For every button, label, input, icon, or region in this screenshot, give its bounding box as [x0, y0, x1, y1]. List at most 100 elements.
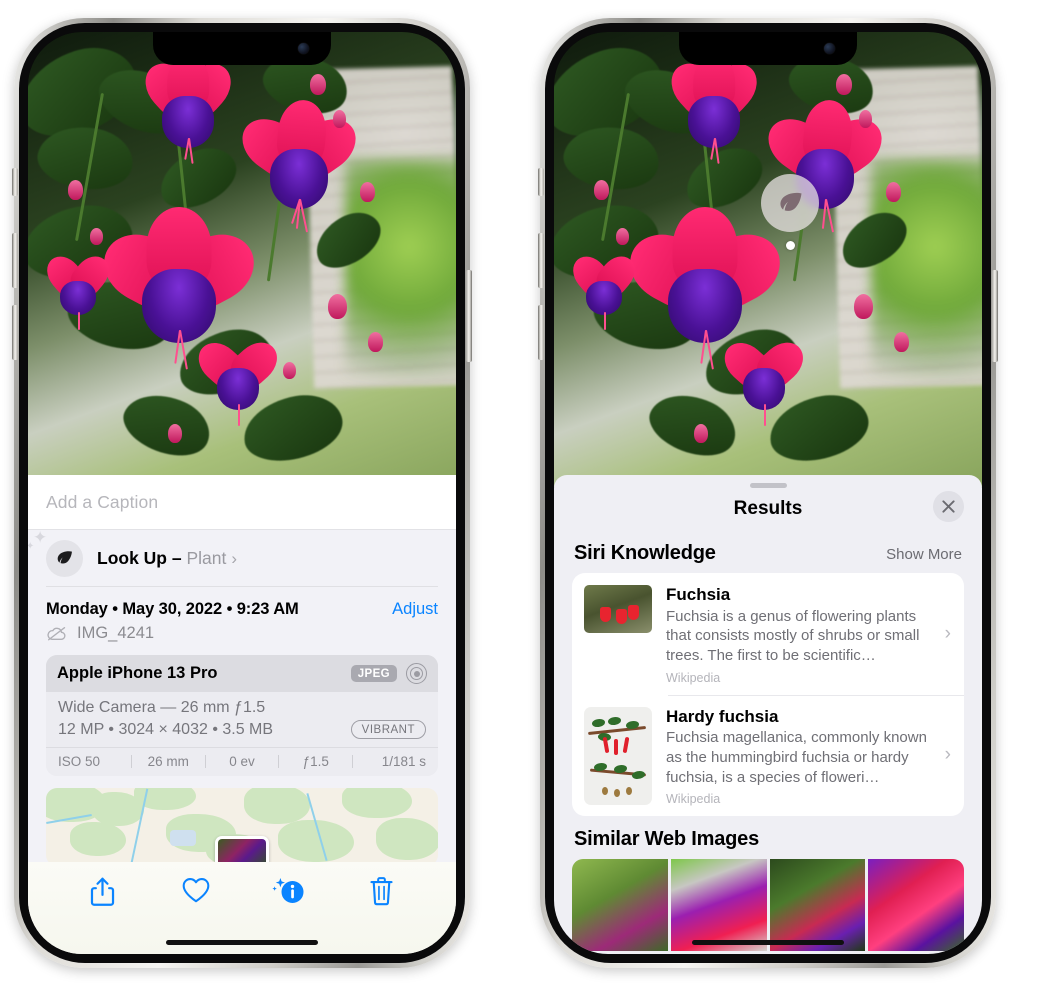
photo-viewer-left[interactable]	[28, 32, 456, 487]
results-title: Results	[733, 498, 803, 519]
info-button[interactable]	[242, 876, 335, 906]
screen-right: Results Siri Knowledge Show More Fuchsia…	[554, 32, 982, 954]
adjust-button[interactable]: Adjust	[392, 600, 438, 619]
list-item[interactable]: Fuchsia Fuchsia is a genus of flowering …	[572, 573, 964, 695]
fuchsia-flower	[232, 98, 366, 233]
fuchsia-flower	[135, 54, 241, 164]
cloud-slash-icon	[47, 627, 66, 641]
look-up-badge-circle[interactable]	[761, 174, 819, 232]
similar-image-thumbnail[interactable]	[868, 859, 964, 952]
siri-knowledge-card: Fuchsia Fuchsia is a genus of flowering …	[572, 573, 964, 817]
result-thumbnail	[584, 706, 652, 805]
visual-look-up-results-sheet: Results Siri Knowledge Show More Fuchsia…	[554, 475, 982, 954]
results-header: Results	[554, 488, 982, 530]
siri-knowledge-header: Siri Knowledge Show More	[554, 530, 982, 573]
fuchsia-flower	[661, 54, 767, 164]
chevron-right-icon[interactable]: ›	[945, 623, 951, 645]
photo-info-sheet: Add a Caption ✦ ✦ Look Up – Plant › Mond…	[28, 475, 456, 954]
similar-image-thumbnail[interactable]	[670, 859, 767, 952]
camera-metadata-card: Apple iPhone 13 Pro JPEG Wide Camera — 2…	[46, 655, 438, 776]
look-up-title: Look Up –	[97, 548, 182, 568]
result-source: Wikipedia	[666, 670, 721, 685]
favorite-button[interactable]	[149, 876, 242, 904]
photo-filename: IMG_4241	[77, 624, 155, 642]
screen-left: Add a Caption ✦ ✦ Look Up – Plant › Mond…	[28, 32, 456, 954]
leaf-icon	[57, 551, 72, 564]
volume-up-button-right[interactable]	[538, 233, 544, 288]
section-title: Similar Web Images	[574, 828, 759, 851]
metadata-body: Wide Camera — 26 mm ƒ1.5 12 MP • 3024 × …	[46, 692, 438, 747]
caption-input[interactable]: Add a Caption	[46, 492, 158, 513]
notch-right	[679, 32, 857, 65]
show-more-button[interactable]: Show More	[886, 546, 962, 563]
fuchsia-flower	[39, 249, 117, 330]
exif-iso: ISO 50	[58, 754, 101, 769]
iphone-left: Add a Caption ✦ ✦ Look Up – Plant › Mond…	[12, 18, 472, 968]
fuchsia-flower	[565, 249, 643, 330]
notch-left	[153, 32, 331, 65]
lens-info: Wide Camera — 26 mm ƒ1.5	[58, 699, 266, 716]
exif-exposure-value: 0 ev	[229, 754, 255, 769]
look-up-badge[interactable]	[761, 174, 819, 250]
exif-row: ISO 50 26 mm 0 ev ƒ1.5 1/181 s	[46, 747, 438, 776]
heart-icon	[182, 878, 209, 903]
format-badge: JPEG	[350, 665, 397, 682]
exif-shutter-speed: 1/181 s	[381, 754, 426, 769]
info-sparkle-icon	[271, 878, 303, 903]
photo-viewer-right[interactable]	[554, 32, 982, 487]
device-model: Apple iPhone 13 Pro	[57, 664, 218, 682]
volume-down-button-left[interactable]	[12, 305, 18, 360]
share-button[interactable]	[56, 876, 149, 907]
volume-down-button-right[interactable]	[538, 305, 544, 360]
row-divider	[46, 586, 438, 587]
front-camera-icon	[824, 43, 835, 54]
photographic-style-badge: VIBRANT	[350, 720, 426, 739]
result-thumbnail	[584, 585, 652, 633]
date-row: Monday • May 30, 2022 • 9:23 AM Adjust	[28, 587, 456, 619]
delete-button[interactable]	[335, 876, 428, 906]
share-icon	[90, 877, 115, 906]
result-description: Fuchsia is a genus of flowering plants t…	[666, 607, 920, 665]
look-up-row[interactable]: ✦ ✦ Look Up – Plant ›	[28, 529, 456, 587]
mute-switch-right[interactable]	[538, 168, 544, 196]
leaf-icon-circle: ✦ ✦	[28, 529, 83, 577]
metadata-header: Apple iPhone 13 Pro JPEG	[46, 655, 438, 692]
result-text: Fuchsia Fuchsia is a genus of flowering …	[666, 585, 952, 685]
result-text: Hardy fuchsia Fuchsia magellanica, commo…	[666, 707, 952, 807]
look-up-badge-pointer	[785, 241, 795, 250]
power-button-right[interactable]	[992, 270, 998, 362]
aperture-icon[interactable]	[406, 663, 427, 684]
fuchsia-flower	[617, 207, 792, 370]
image-size-info: 12 MP • 3024 × 4032 • 3.5 MB	[58, 720, 274, 738]
iphone-right: Results Siri Knowledge Show More Fuchsia…	[538, 18, 998, 968]
power-button-left[interactable]	[466, 270, 472, 362]
fuchsia-flower	[190, 332, 286, 427]
result-source: Wikipedia	[666, 792, 721, 807]
exif-aperture: ƒ1.5	[302, 754, 329, 769]
caption-input-row[interactable]: Add a Caption	[28, 475, 456, 530]
exif-focal-length: 26 mm	[147, 754, 189, 769]
chevron-right-icon[interactable]: ›	[231, 549, 237, 568]
similar-image-thumbnail[interactable]	[769, 859, 866, 952]
volume-up-button-left[interactable]	[12, 233, 18, 288]
location-map[interactable]	[46, 788, 438, 866]
similar-web-images-grid	[572, 859, 964, 952]
close-button[interactable]	[933, 491, 964, 522]
look-up-label: Look Up – Plant ›	[97, 548, 237, 569]
home-indicator-right[interactable]	[692, 940, 844, 945]
result-title: Hardy fuchsia	[666, 706, 779, 726]
front-camera-icon	[298, 43, 309, 54]
home-indicator-left[interactable]	[166, 940, 318, 945]
sparkle-icon-small: ✦	[28, 541, 35, 552]
similar-image-thumbnail[interactable]	[572, 859, 668, 952]
mute-switch-left[interactable]	[12, 168, 18, 196]
look-up-subject: Plant	[186, 548, 227, 568]
result-description: Fuchsia magellanica, commonly known as t…	[666, 729, 927, 786]
chevron-right-icon[interactable]: ›	[945, 744, 951, 766]
fuchsia-flower	[716, 332, 812, 427]
section-title: Siri Knowledge	[574, 542, 716, 564]
screenshot-root: Add a Caption ✦ ✦ Look Up – Plant › Mond…	[0, 0, 1055, 985]
list-item[interactable]: Hardy fuchsia Fuchsia magellanica, commo…	[572, 694, 964, 817]
photo-date: Monday • May 30, 2022 • 9:23 AM	[46, 600, 299, 618]
trash-icon	[370, 877, 393, 906]
